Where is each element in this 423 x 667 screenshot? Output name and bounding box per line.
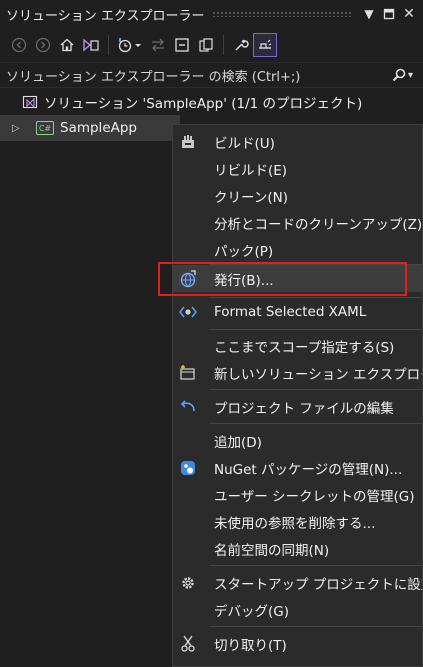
menu-item-set-startup-project[interactable]: スタートアップ プロジェクトに設定(A) — [173, 570, 422, 596]
menu-item-label: プロジェクト ファイルの編集 — [214, 401, 394, 417]
close-icon[interactable]: ✕ — [399, 4, 419, 24]
menu-item-label: NuGet パッケージの管理(N)... — [214, 462, 403, 478]
menu-item-label: スタートアップ プロジェクトに設定(A) — [214, 577, 422, 593]
menu-separator — [209, 297, 422, 298]
properties-wrench-icon[interactable] — [230, 34, 252, 56]
pin-icon[interactable] — [379, 4, 399, 24]
home-icon[interactable] — [56, 34, 78, 56]
pending-changes-filter-icon[interactable] — [115, 34, 145, 56]
menu-item-label: ビルド(U) — [214, 136, 275, 152]
menu-item-remove-unused-references[interactable]: 未使用の参照を削除する... — [173, 509, 422, 535]
menu-item-rebuild[interactable]: リビルド(E) — [173, 156, 422, 182]
menu-item-build[interactable]: ビルド(U) — [173, 129, 422, 155]
solution-icon — [22, 95, 38, 109]
toolbar-separator — [223, 35, 224, 55]
menu-separator — [209, 389, 422, 390]
menu-item-debug[interactable]: デバッグ(G) — [173, 597, 422, 623]
preview-selected-items-icon[interactable] — [253, 33, 277, 57]
menu-item-label: 分析とコードのクリーンアップ(Z) — [214, 217, 423, 233]
collapse-all-icon[interactable] — [171, 34, 193, 56]
switch-views-icon[interactable] — [80, 34, 102, 56]
menu-item-label: クリーン(N) — [214, 190, 288, 206]
menu-item-label: リビルド(E) — [214, 163, 288, 179]
menu-item-scope-to-this[interactable]: ここまでスコープ指定する(S) — [173, 333, 422, 359]
menu-item-analyze-cleanup[interactable]: 分析とコードのクリーンアップ(Z) — [173, 210, 423, 236]
menu-item-add[interactable]: 追加(D) — [173, 428, 422, 454]
menu-item-format-xaml[interactable]: Format Selected XAML — [173, 299, 422, 325]
menu-item-label: ユーザー シークレットの管理(G) — [214, 489, 415, 505]
search-options-button[interactable]: ▾ — [392, 68, 413, 82]
tree-item-project[interactable]: ▷ C# SampleApp — [0, 115, 180, 141]
edit-arrow-icon — [177, 396, 199, 418]
publish-globe-icon — [177, 268, 199, 290]
menu-separator — [209, 329, 422, 330]
menu-item-label: 切り取り(T) — [214, 638, 287, 654]
drag-grip[interactable] — [212, 11, 351, 17]
nuget-icon — [177, 457, 199, 479]
panel-title: ソリューション エクスプローラー — [6, 8, 205, 24]
expand-arrow-icon[interactable]: ▷ — [12, 123, 26, 134]
gear-icon — [177, 572, 199, 594]
menu-item-new-explorer-view[interactable]: 新しいソリューション エクスプローラーの — [173, 360, 422, 386]
scissors-icon — [177, 633, 199, 655]
xaml-format-icon — [177, 301, 199, 323]
tree-item-solution[interactable]: ソリューション 'SampleApp' (1/1 のプロジェクト) — [0, 89, 423, 115]
menu-item-label: 新しいソリューション エクスプローラーの — [214, 367, 422, 383]
menu-item-partially-visible[interactable] — [173, 658, 422, 666]
chevron-down-icon: ▾ — [407, 69, 413, 81]
project-label: SampleApp — [60, 120, 137, 136]
menu-item-label: Format Selected XAML — [214, 304, 367, 320]
menu-item-edit-project-file[interactable]: プロジェクト ファイルの編集 — [173, 394, 422, 420]
menu-item-sync-namespaces[interactable]: 名前空間の同期(N) — [173, 536, 422, 562]
menu-item-label: ここまでスコープ指定する(S) — [214, 340, 395, 356]
menu-separator — [209, 423, 422, 424]
menu-separator — [209, 626, 422, 627]
menu-item-label: 名前空間の同期(N) — [214, 543, 330, 559]
back-icon[interactable] — [8, 34, 30, 56]
show-all-files-icon[interactable] — [195, 34, 217, 56]
menu-item-publish[interactable]: 発行(B)... — [173, 265, 422, 292]
forward-icon[interactable] — [32, 34, 54, 56]
menu-item-label: 未使用の参照を削除する... — [214, 516, 376, 532]
new-explorer-view-icon — [177, 362, 199, 384]
search-icon — [392, 68, 406, 82]
search-input[interactable]: ソリューション エクスプローラー の検索 (Ctrl+;) — [6, 66, 392, 85]
solution-search-bar[interactable]: ソリューション エクスプローラー の検索 (Ctrl+;) ▾ — [0, 62, 423, 88]
project-context-menu: ビルド(U) リビルド(E) クリーン(N) 分析とコードのクリーンアップ(Z)… — [172, 124, 423, 667]
solution-label: ソリューション 'SampleApp' (1/1 のプロジェクト) — [44, 96, 363, 112]
toolbar-separator — [108, 35, 109, 55]
menu-item-clean[interactable]: クリーン(N) — [173, 183, 422, 209]
menu-item-label: 追加(D) — [214, 435, 262, 451]
menu-item-label: デバッグ(G) — [214, 604, 289, 620]
partially-visible-icon — [177, 660, 199, 666]
panel-titlebar: ソリューション エクスプローラー ▼ ✕ — [0, 0, 423, 28]
menu-item-label: 発行(B)... — [214, 272, 274, 289]
menu-item-manage-user-secrets[interactable]: ユーザー シークレットの管理(G) — [173, 482, 422, 508]
window-position-dropdown-icon[interactable]: ▼ — [359, 4, 379, 24]
menu-item-label: パック(P) — [214, 244, 274, 260]
menu-item-cut[interactable]: 切り取り(T) — [173, 631, 422, 657]
solution-explorer-toolbar — [0, 28, 423, 62]
menu-item-manage-nuget[interactable]: NuGet パッケージの管理(N)... — [173, 455, 422, 481]
sync-with-active-document-icon[interactable] — [147, 34, 169, 56]
csharp-project-icon: C# — [36, 121, 54, 135]
menu-item-pack[interactable]: パック(P) — [173, 237, 422, 263]
menu-separator — [209, 565, 422, 566]
build-icon — [177, 131, 199, 153]
